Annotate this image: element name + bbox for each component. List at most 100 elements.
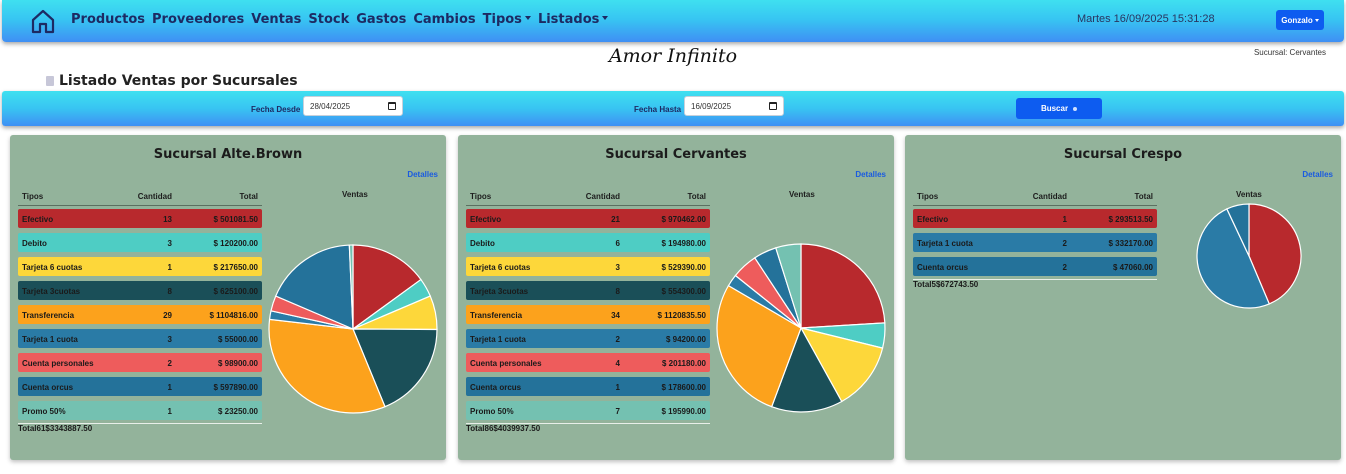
nav-item-label: Proveedores — [152, 12, 245, 27]
nav-item-stock[interactable]: Stock — [308, 12, 349, 27]
nav-item-tipos[interactable]: Tipos — [483, 12, 531, 27]
row-cantidad: 8 — [615, 287, 620, 296]
page-title: Listado Ventas por Sucursales — [59, 73, 298, 89]
row-cantidad: 2 — [1062, 239, 1067, 248]
nav-item-productos[interactable]: Productos — [71, 12, 145, 27]
row-total: $ 201180.00 — [661, 359, 706, 368]
sales-pie-chart — [716, 243, 886, 413]
sales-pie-chart — [268, 244, 438, 414]
nav-item-listados[interactable]: Listados — [537, 12, 609, 27]
fecha-hasta-input[interactable]: 16/09/2025 — [684, 96, 784, 116]
table-row[interactable]: Cuenta orcus 1 $ 597890.00 — [18, 377, 262, 396]
column-header-cantidad: Cantidad — [585, 192, 620, 201]
table-row[interactable]: Tarjeta 3cuotas 8 $ 625100.00 — [18, 281, 262, 300]
fecha-desde-label: Fecha Desde — [251, 105, 301, 114]
table-row[interactable]: Efectivo 13 $ 501081.50 — [18, 209, 262, 228]
row-total: $ 217650.00 — [213, 263, 259, 272]
row-cantidad: 2 — [1062, 263, 1067, 272]
user-menu-button[interactable]: Gonzalo — [1276, 10, 1324, 30]
row-tipo: Debito — [22, 239, 47, 248]
total-amount: $3343887.50 — [45, 424, 93, 433]
row-cantidad: 21 — [611, 215, 620, 224]
chart-title: Ventas — [1236, 190, 1262, 199]
row-tipo: Tarjeta 6 cuotas — [470, 263, 531, 272]
row-total: $ 195990.00 — [661, 407, 707, 416]
table-total-row: Total86$4039937.50 — [466, 423, 710, 439]
table-row[interactable]: Promo 50% 7 $ 195990.00 — [466, 401, 710, 420]
table-row[interactable]: Transferencia 29 $ 1104816.00 — [18, 305, 262, 324]
table-row[interactable]: Transferencia 34 $ 1120835.50 — [466, 305, 710, 324]
table-row[interactable]: Tarjeta 1 cuota 2 $ 332170.00 — [913, 233, 1157, 252]
details-link[interactable]: Detalles — [407, 170, 438, 179]
row-tipo: Cuenta orcus — [470, 383, 522, 392]
table-row[interactable]: Efectivo 1 $ 293513.50 — [913, 209, 1157, 228]
table-row[interactable]: Cuenta orcus 1 $ 178600.00 — [466, 377, 710, 396]
table-row[interactable]: Tarjeta 1 cuota 2 $ 94200.00 — [466, 329, 710, 348]
details-link[interactable]: Detalles — [1302, 170, 1333, 179]
nav-item-label: Gastos — [356, 12, 407, 27]
navbar: Productos Proveedores Ventas Stock Gastos Cam… — [2, 0, 1344, 42]
branch-title: Sucursal Alte.Brown — [153, 147, 303, 162]
nav-item-proveedores[interactable]: Proveedores — [152, 12, 244, 27]
nav-item-cambios[interactable]: Cambios — [413, 12, 475, 27]
row-cantidad: 6 — [615, 239, 620, 248]
row-tipo: Debito — [470, 239, 495, 248]
table-row[interactable]: Cuenta personales 2 $ 98900.00 — [18, 353, 262, 372]
row-cantidad: 1 — [167, 407, 172, 416]
table-row[interactable]: Cuenta personales 4 $ 201180.00 — [466, 353, 710, 372]
row-tipo: Tarjeta 1 cuota — [470, 335, 526, 344]
row-tipo: Transferencia — [470, 311, 523, 320]
table-header: Tipos Cantidad Total — [18, 192, 262, 206]
filter-bar: Fecha Desde 28/04/2025 Fecha Hasta 16/09… — [2, 91, 1344, 126]
fecha-desde-input[interactable]: 28/04/2025 — [303, 96, 403, 116]
row-tipo: Tarjeta 1 cuota — [917, 239, 973, 248]
branch-title: Sucursal Cervantes — [605, 147, 747, 162]
row-total: $ 332170.00 — [1108, 239, 1154, 248]
table-row[interactable]: Tarjeta 1 cuota 3 $ 55000.00 — [18, 329, 262, 348]
row-cantidad: 1 — [1062, 215, 1067, 224]
column-header-cantidad: Cantidad — [1032, 192, 1067, 201]
current-datetime: Martes 16/09/2025 15:31:28 — [1077, 13, 1215, 25]
calendar-icon[interactable] — [769, 102, 777, 110]
pie-slice[interactable] — [800, 243, 886, 329]
row-tipo: Efectivo — [917, 215, 949, 224]
table-row[interactable]: Cuenta orcus 2 $ 47060.00 — [913, 257, 1157, 276]
fecha-hasta-label: Fecha Hasta — [634, 105, 682, 114]
column-header-tipos: Tipos — [917, 192, 939, 201]
row-cantidad: 7 — [615, 407, 620, 416]
column-header-tipos: Tipos — [22, 192, 44, 201]
table-row[interactable]: Promo 50% 1 $ 23250.00 — [18, 401, 262, 420]
table-row[interactable]: Tarjeta 3cuotas 8 $ 554300.00 — [466, 281, 710, 300]
column-header-total: Total — [239, 192, 258, 201]
row-tipo: Tarjeta 6 cuotas — [22, 263, 83, 272]
search-button[interactable]: Buscar — [1016, 98, 1102, 119]
user-name: Gonzalo — [1281, 15, 1313, 25]
row-cantidad: 3 — [167, 239, 172, 248]
spinner-icon — [1073, 106, 1078, 111]
table-row[interactable]: Efectivo 21 $ 970462.00 — [466, 209, 710, 228]
calendar-icon[interactable] — [388, 102, 396, 110]
row-total: $ 1120835.50 — [657, 311, 707, 320]
row-total: $ 94200.00 — [665, 335, 706, 344]
row-total: $ 98900.00 — [217, 359, 258, 368]
page-title-wrap: Listado Ventas por Sucursales — [46, 73, 298, 89]
row-tipo: Efectivo — [22, 215, 54, 224]
total-label: Total — [466, 424, 485, 433]
row-cantidad: 29 — [163, 311, 172, 320]
row-cantidad: 8 — [167, 287, 172, 296]
row-total: $ 501081.50 — [213, 215, 259, 224]
nav-item-label: Ventas — [251, 12, 302, 27]
row-total: $ 597890.00 — [213, 383, 259, 392]
nav-item-gastos[interactable]: Gastos — [356, 12, 406, 27]
nav-item-ventas[interactable]: Ventas — [251, 12, 301, 27]
table-row[interactable]: Tarjeta 6 cuotas 1 $ 217650.00 — [18, 257, 262, 276]
home-icon[interactable] — [30, 8, 56, 34]
table-row[interactable]: Debito 6 $ 194980.00 — [466, 233, 710, 252]
nav-item-label: Listados — [537, 12, 600, 27]
table-row[interactable]: Tarjeta 6 cuotas 3 $ 529390.00 — [466, 257, 710, 276]
details-link[interactable]: Detalles — [855, 170, 886, 179]
nav-menu: Productos Proveedores Ventas Stock Gastos Cam… — [71, 12, 615, 27]
fecha-desde-value: 28/04/2025 — [310, 102, 351, 111]
table-row[interactable]: Debito 3 $ 120200.00 — [18, 233, 262, 252]
row-tipo: Promo 50% — [470, 407, 514, 416]
